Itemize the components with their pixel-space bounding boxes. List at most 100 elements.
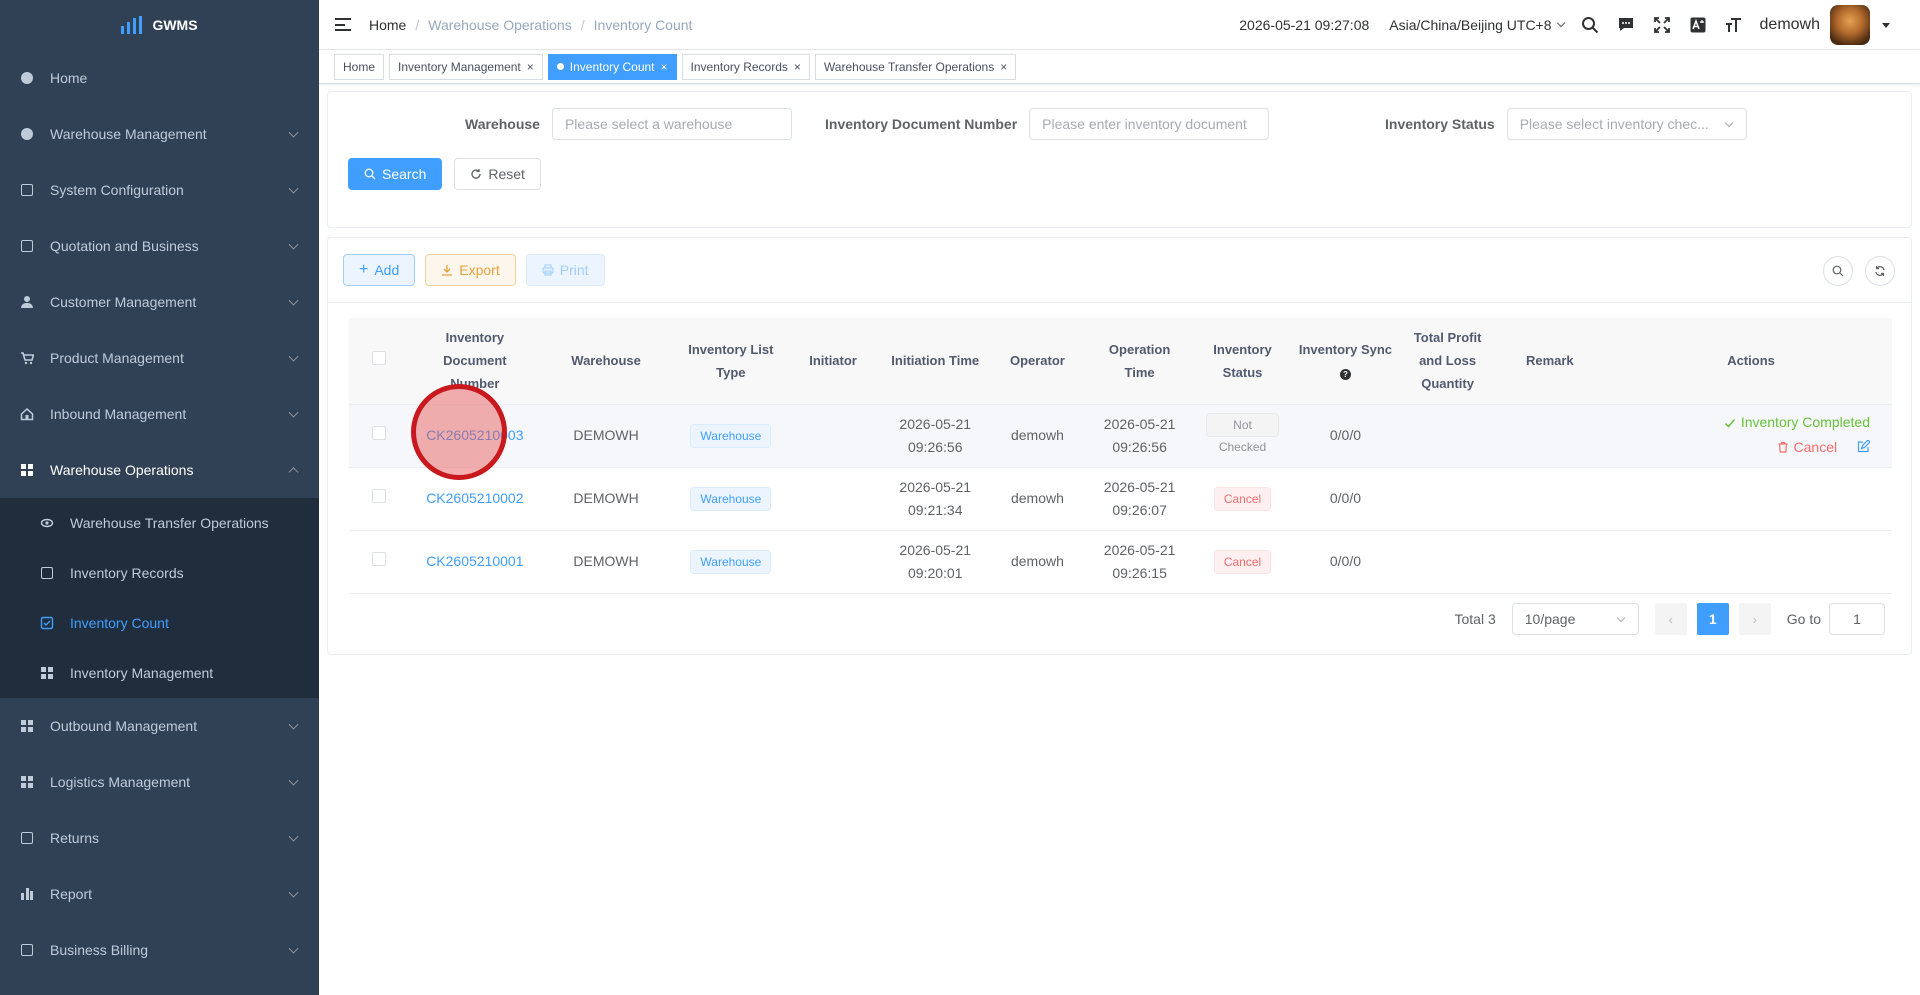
initiator-cell (791, 530, 875, 594)
refresh-icon (471, 169, 482, 179)
caret-down-icon[interactable] (1882, 22, 1890, 28)
search-icon[interactable] (1580, 15, 1600, 35)
avatar[interactable] (1830, 5, 1870, 45)
sync-cell: 0/0/0 (1285, 467, 1406, 531)
tags-view: Home Inventory Management × Inventory Co… (319, 50, 1920, 84)
document-number-input[interactable]: Please enter inventory document (1029, 108, 1270, 140)
chevron-down-icon (288, 719, 299, 730)
table-row[interactable]: CK2605210002 DEMOWH Warehouse 2026-05-21… (349, 467, 1892, 531)
remark-cell (1489, 404, 1611, 468)
sidebar-item-logistics-management[interactable]: Logistics Management (0, 754, 319, 810)
plus-icon: + (359, 261, 369, 278)
refresh-icon[interactable] (1865, 256, 1895, 286)
username[interactable]: demowh (1760, 16, 1820, 34)
breadcrumb-warehouse-operations[interactable]: Warehouse Operations (428, 17, 571, 33)
sidebar-item-customer-management[interactable]: Customer Management (0, 274, 319, 330)
grid-icon (20, 775, 34, 789)
reset-button[interactable]: Reset (454, 158, 541, 190)
tab-label: Home (343, 59, 376, 74)
sidebar-item-label: Inventory Count (70, 615, 169, 631)
font-size-icon[interactable] (1724, 15, 1744, 35)
next-page-button[interactable]: › (1738, 603, 1771, 635)
help-icon[interactable]: ? (1339, 368, 1351, 380)
table-row[interactable]: CK2605210001 DEMOWH Warehouse 2026-05-21… (349, 530, 1892, 594)
col-operator: Operator (995, 318, 1080, 405)
page-size-select[interactable]: 10/page (1511, 603, 1639, 635)
pager: ‹ 1 › (1654, 603, 1771, 635)
timezone-select[interactable]: Asia/China/Beijing UTC+8 (1389, 17, 1565, 33)
doc-number-link[interactable]: CK2605210002 (426, 490, 523, 506)
sidebar-item-system-configuration[interactable]: System Configuration (0, 162, 319, 218)
breadcrumb-home[interactable]: Home (369, 17, 406, 33)
profit-loss-cell (1405, 530, 1490, 594)
tab-inventory-count[interactable]: Inventory Count × (547, 53, 677, 80)
goto-input[interactable]: 1 (1829, 603, 1885, 635)
sidebar-item-inventory-management[interactable]: Inventory Management (0, 648, 319, 698)
select-all-checkbox[interactable] (371, 351, 386, 366)
initiation-time: 09:26:56 (907, 438, 963, 455)
page-number[interactable]: 1 (1696, 603, 1729, 635)
search-button[interactable]: Search (348, 158, 443, 190)
sidebar-item-warehouse-operations[interactable]: Warehouse Operations (0, 442, 319, 498)
tab-inventory-management[interactable]: Inventory Management × (389, 53, 543, 80)
cancel-button[interactable]: Cancel (1777, 436, 1837, 459)
logo[interactable]: GWMS (0, 0, 319, 50)
sidebar-item-report[interactable]: Report (0, 866, 319, 922)
tab-home[interactable]: Home (334, 53, 385, 80)
actions-cell: Inventory Completed Cancel (1610, 404, 1892, 468)
fullscreen-icon[interactable] (1652, 15, 1672, 35)
chevron-down-icon (288, 351, 299, 362)
row-checkbox[interactable] (371, 552, 386, 566)
sidebar-item-warehouse-management[interactable]: Warehouse Management (0, 106, 319, 162)
hamburger-menu-icon[interactable] (335, 18, 351, 31)
sidebar-item-outbound-management[interactable]: Outbound Management (0, 698, 319, 754)
col-initiation-time: Initiation Time (875, 318, 996, 405)
search-actions: Search Reset (348, 158, 541, 190)
sidebar-item-inventory-count[interactable]: Inventory Count (0, 598, 319, 648)
warehouse-cell: DEMOWH (541, 530, 671, 594)
row-checkbox[interactable] (371, 426, 386, 440)
sidebar-item-quotation[interactable]: Quotation and Business (0, 218, 319, 274)
document-icon (20, 831, 34, 845)
top-navbar: Home / Warehouse Operations / Inventory … (319, 0, 1920, 50)
col-inventory-sync: Inventory Sync? (1285, 318, 1406, 405)
prev-page-button[interactable]: ‹ (1654, 603, 1687, 635)
translate-icon[interactable] (1688, 15, 1708, 35)
warehouse-select[interactable]: Please select a warehouse (551, 108, 792, 140)
close-icon[interactable]: × (1000, 60, 1007, 74)
sidebar-item-inbound-management[interactable]: Inbound Management (0, 386, 319, 442)
col-initiator: Initiator (791, 318, 875, 405)
print-button[interactable]: Print (525, 254, 605, 286)
close-icon[interactable]: × (661, 60, 668, 74)
table-row[interactable]: CK2605210003 DEMOWH Warehouse 2026-05-21… (349, 404, 1892, 468)
sidebar-item-returns[interactable]: Returns (0, 810, 319, 866)
tab-label: Warehouse Transfer Operations (823, 59, 995, 74)
inventory-status-select[interactable]: Please select inventory chec... (1506, 108, 1747, 140)
sidebar-item-inventory-records[interactable]: Inventory Records (0, 548, 319, 598)
initiator-cell (791, 404, 875, 468)
doc-number-link[interactable]: CK2605210003 (426, 427, 523, 443)
tab-warehouse-transfer-operations[interactable]: Warehouse Transfer Operations × (814, 53, 1017, 80)
inventory-completed-button[interactable]: Inventory Completed (1724, 411, 1870, 434)
sidebar-item-label: Report (50, 886, 93, 902)
col-remark: Remark (1489, 318, 1611, 405)
toggle-search-icon[interactable] (1823, 256, 1853, 286)
sidebar-item-home[interactable]: Home (0, 50, 319, 106)
message-icon[interactable] (1616, 15, 1636, 35)
sidebar-item-product-management[interactable]: Product Management (0, 330, 319, 386)
print-button-label: Print (559, 262, 589, 278)
chevron-down-icon (288, 943, 299, 954)
initiation-time: 09:20:01 (907, 564, 963, 581)
close-icon[interactable]: × (527, 60, 534, 74)
check-icon (1724, 418, 1735, 428)
trash-icon (1778, 441, 1788, 453)
sidebar-item-business-billing[interactable]: Business Billing (0, 922, 319, 978)
close-icon[interactable]: × (794, 60, 801, 74)
tab-inventory-records[interactable]: Inventory Records × (681, 53, 810, 80)
doc-number-link[interactable]: CK2605210001 (426, 553, 523, 569)
row-checkbox[interactable] (371, 489, 386, 503)
export-button[interactable]: Export (425, 254, 516, 286)
edit-icon[interactable] (1857, 440, 1870, 453)
sidebar-item-warehouse-transfer-operations[interactable]: Warehouse Transfer Operations (0, 498, 319, 548)
add-button[interactable]: + Add (343, 254, 416, 286)
